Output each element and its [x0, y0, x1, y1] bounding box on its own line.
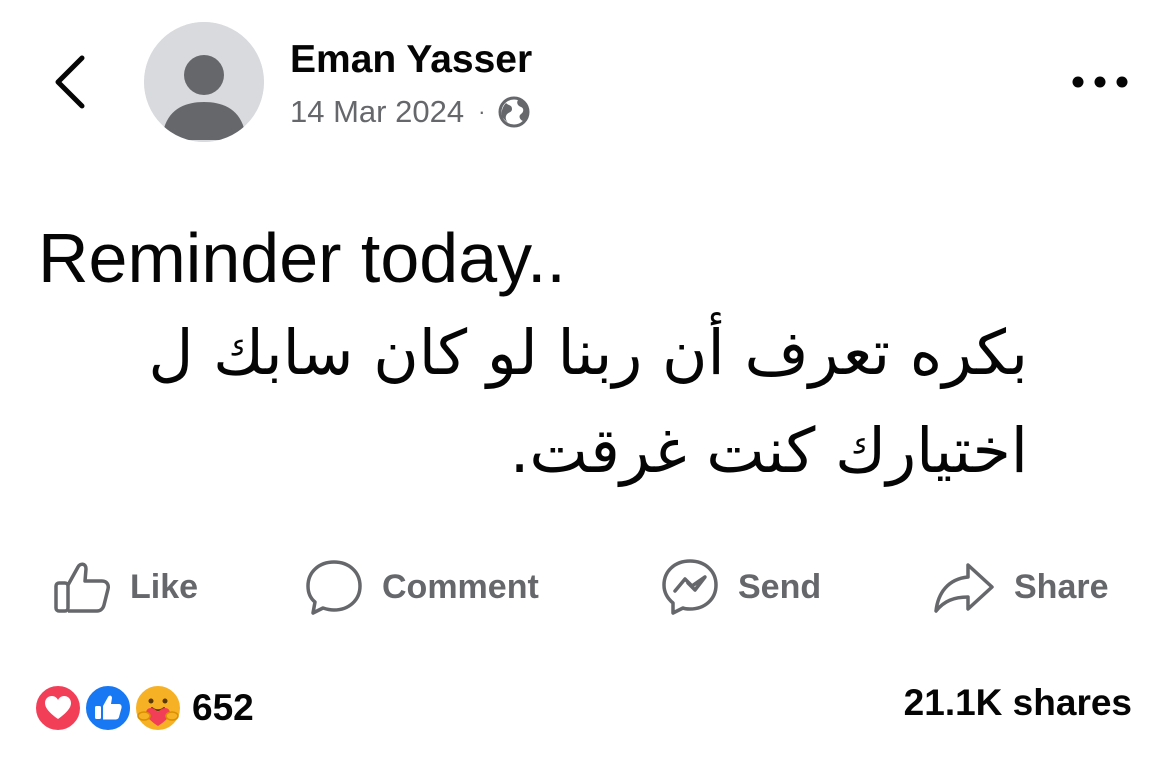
comment-icon: [306, 560, 362, 615]
post-text-line: اختيارك كنت غرقت.: [509, 414, 1028, 487]
post-text: Reminder today.. بكره تعرف أن ربنا لو كا…: [38, 212, 1138, 500]
globe-icon[interactable]: [497, 95, 531, 129]
reaction-icons: [34, 682, 184, 734]
back-button[interactable]: [44, 52, 100, 112]
send-label: Send: [738, 567, 822, 606]
comment-label: Comment: [382, 567, 539, 606]
post-date[interactable]: 14 Mar 2024: [290, 94, 464, 130]
like-reaction-icon: [84, 684, 132, 732]
post-page: Eman Yasser 14 Mar 2024 · Reminder today…: [0, 0, 1170, 765]
avatar[interactable]: [144, 22, 264, 142]
like-label: Like: [130, 567, 199, 606]
thumbs-up-icon: [54, 562, 110, 613]
send-button[interactable]: Send: [660, 552, 821, 622]
more-options-button[interactable]: [1068, 66, 1132, 98]
comment-button[interactable]: Comment: [304, 552, 539, 622]
shares-count[interactable]: 21.1K shares: [904, 682, 1132, 724]
share-button[interactable]: Share: [932, 552, 1109, 622]
chevron-left-icon: [55, 55, 85, 109]
more-dots-icon: [1072, 76, 1128, 88]
post-text-line: Reminder today..: [38, 219, 566, 297]
post-text-line: بكره تعرف أن ربنا لو كان سابك ل: [148, 316, 1028, 389]
reaction-count: 652: [192, 687, 254, 728]
messenger-icon: [662, 559, 718, 615]
meta-separator: ·: [478, 99, 486, 124]
share-arrow-icon: [934, 563, 994, 613]
share-label: Share: [1014, 567, 1109, 606]
action-bar: Like Comment Send Share: [0, 552, 1170, 622]
post-meta: 14 Mar 2024 ·: [290, 92, 531, 132]
author-name[interactable]: Eman Yasser: [290, 38, 532, 82]
like-button[interactable]: Like: [52, 552, 198, 622]
reactions-summary[interactable]: 652: [34, 680, 254, 736]
default-profile-icon: [144, 22, 264, 142]
care-reaction-icon: [134, 684, 182, 732]
love-reaction-icon: [34, 684, 82, 732]
